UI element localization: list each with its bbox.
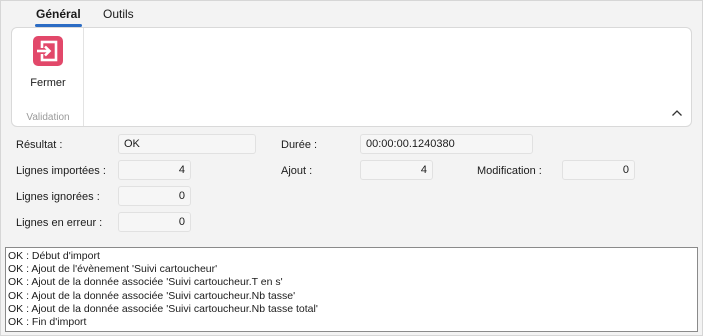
import-result-window: Général Outils Fermer Validation Résulta… (0, 0, 703, 336)
log-line: OK : Ajout de la donnée associée 'Suivi … (8, 276, 283, 289)
lignes-importees-field: 4 (118, 160, 191, 180)
log-line: OK : Début d'import (8, 250, 100, 262)
tab-general[interactable]: Général (35, 7, 82, 27)
tab-outils[interactable]: Outils (103, 7, 134, 25)
log-line: OK : Ajout de l'évènement 'Suivi cartouc… (8, 263, 218, 276)
log-line: OK : Ajout de la donnée associée 'Suivi … (8, 289, 296, 302)
ajout-label: Ajout : (281, 165, 313, 177)
modification-field: 0 (562, 160, 635, 180)
lignes-importees-label: Lignes importées : (16, 165, 106, 177)
log-line: OK : Ajout de la donnée associée 'Suivi … (8, 302, 318, 315)
lignes-ignorees-label: Lignes ignorées : (16, 191, 100, 203)
chevron-up-icon[interactable] (671, 108, 683, 118)
import-log[interactable]: OK : Début d'import OK : Ajout de l'évèn… (5, 247, 698, 332)
lignes-erreur-label: Lignes en erreur : (16, 217, 103, 229)
resultat-label: Résultat : (16, 139, 63, 151)
lignes-erreur-field: 0 (118, 212, 191, 232)
close-button[interactable]: Fermer (18, 31, 78, 93)
log-line: OK : Fin d'import (8, 316, 87, 329)
duree-label: Durée : (281, 139, 318, 151)
modification-label: Modification : (477, 165, 542, 177)
resultat-field: OK (118, 134, 256, 154)
close-button-label: Fermer (30, 77, 66, 89)
ribbon-group-validation: Fermer Validation (12, 28, 84, 126)
ribbon-panel: Fermer Validation (11, 27, 692, 127)
duree-field: 00:00:00.1240380 (360, 134, 533, 154)
lignes-ignorees-field: 0 (118, 186, 191, 206)
validation-group-label: Validation (26, 112, 70, 123)
ajout-field: 4 (360, 160, 433, 180)
exit-arrow-icon (31, 34, 65, 68)
